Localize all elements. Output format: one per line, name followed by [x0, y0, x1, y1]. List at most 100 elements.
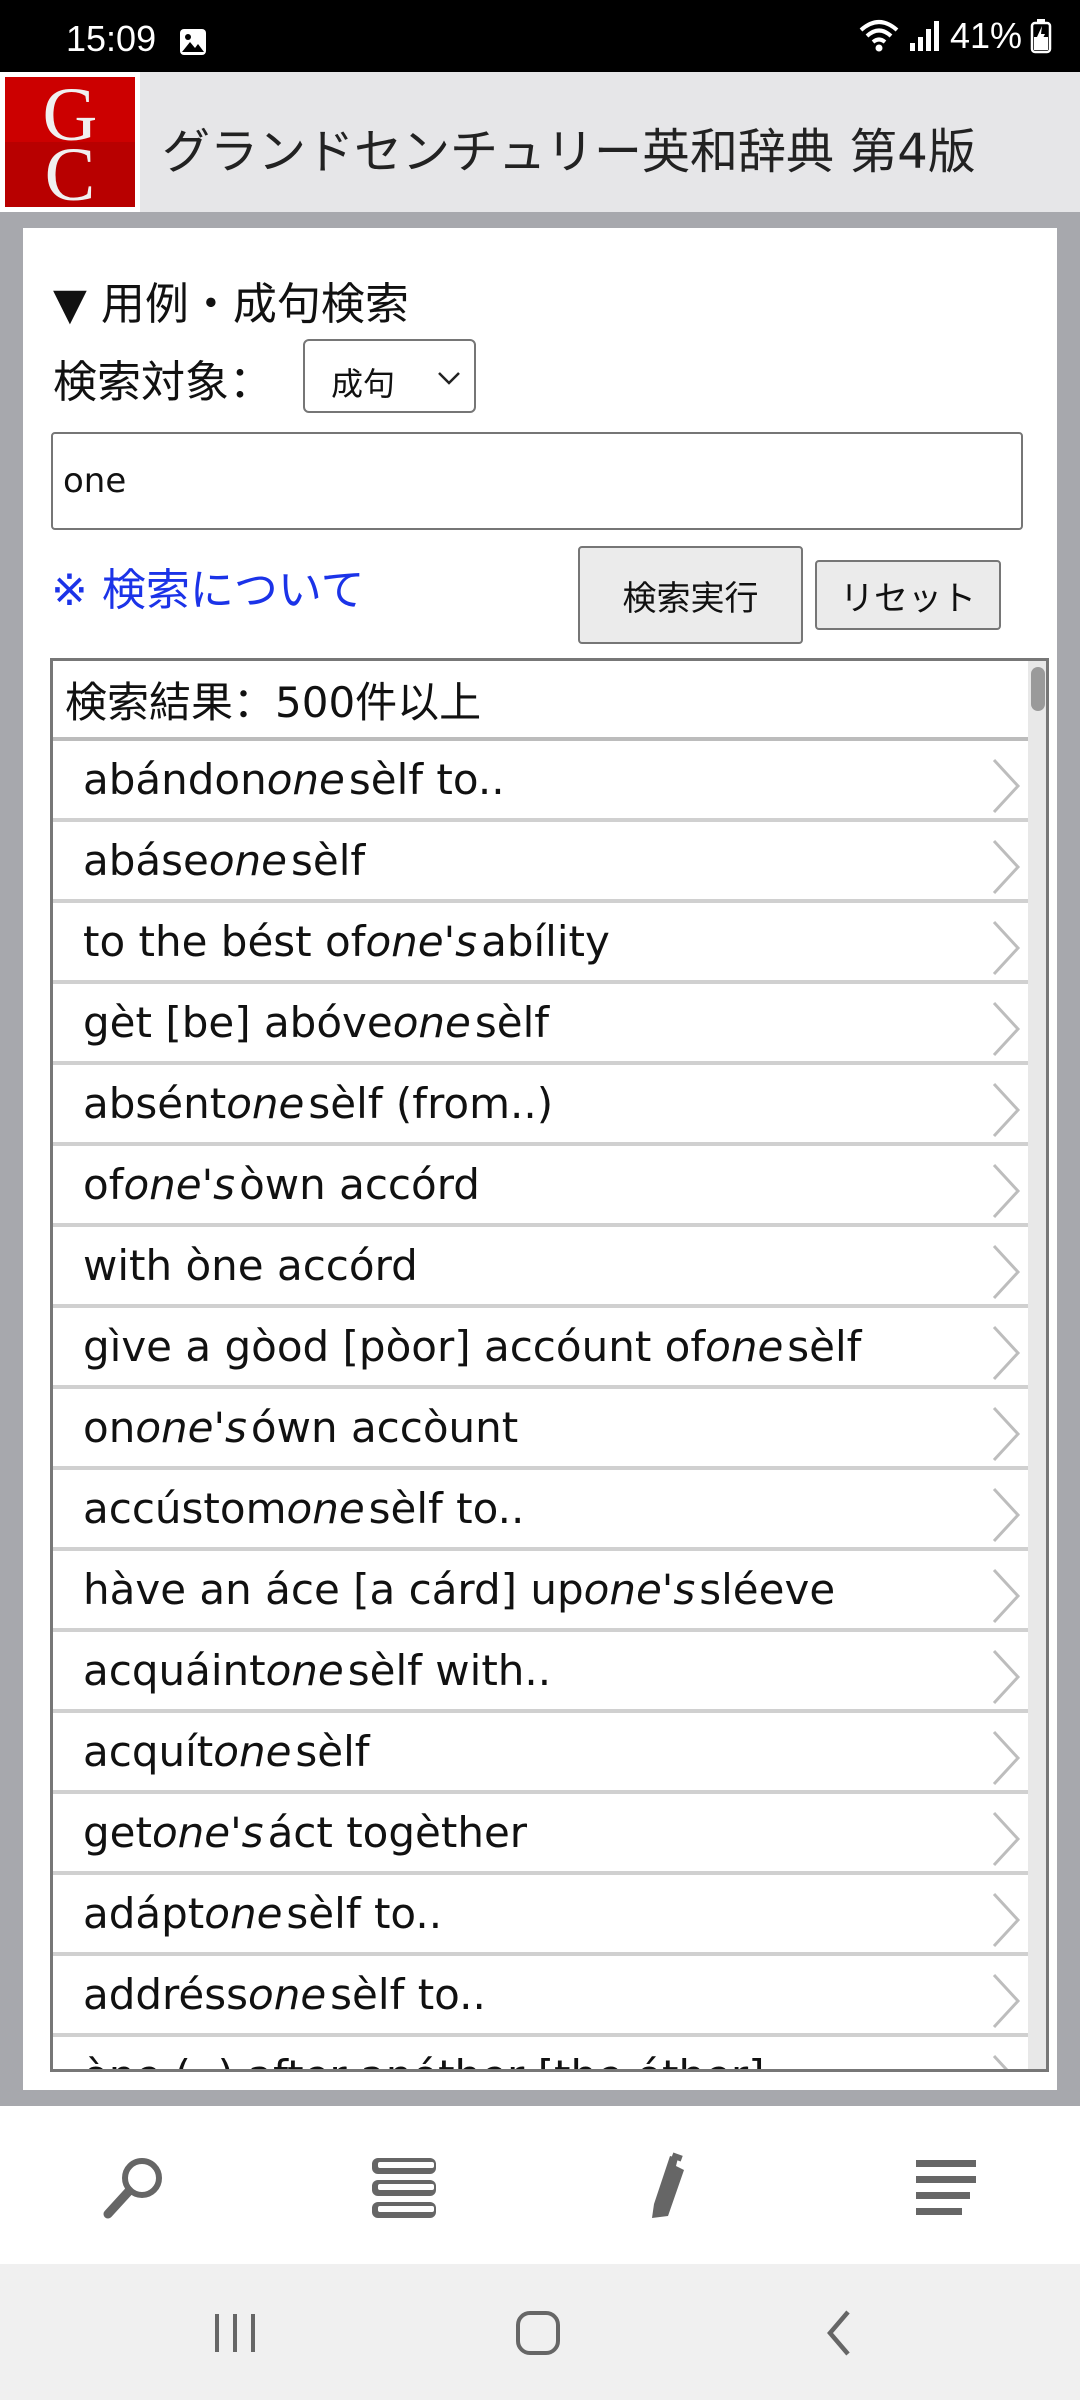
result-item-text: sléeve: [699, 1565, 836, 1614]
app-title: グランドセンチュリー英和辞典 第4版: [162, 124, 976, 180]
result-item-text: on: [83, 1403, 136, 1452]
result-item-text: áct togèther: [267, 1808, 528, 1857]
result-item[interactable]: acquít one sèlf: [53, 1713, 1028, 1794]
result-item-text: with òne accórd: [83, 1241, 418, 1290]
search-execute-button[interactable]: 検索実行: [578, 546, 803, 644]
search-panel: ▼ 用例・成句検索 検索対象： 成句 one ※ 検索について 検索実行 リセッ…: [23, 228, 1057, 2090]
search-target-value: 成句: [331, 365, 396, 403]
result-item-text: abílity: [481, 917, 610, 966]
result-item-text: òwn accórd: [239, 1160, 480, 1209]
battery-percent: 41%: [949, 15, 1022, 56]
result-item[interactable]: of one's òwn accórd: [53, 1146, 1028, 1227]
result-item[interactable]: get one's áct togèther: [53, 1794, 1028, 1875]
result-item[interactable]: gìve a gòod [pòor] accóunt of one sèlf: [53, 1308, 1028, 1389]
result-item-text: gìve a gòod [pòor] accóunt of: [83, 1322, 706, 1371]
result-item[interactable]: absént one sèlf (from..): [53, 1065, 1028, 1146]
photo-notification-icon: [180, 29, 206, 55]
chevron-right-icon: [992, 1001, 1021, 1057]
result-item-text: addréss: [83, 1970, 249, 2019]
bottom-nav: [0, 2106, 1080, 2264]
result-item-text: sèlf to..: [286, 1889, 443, 1938]
result-item[interactable]: hàve an áce [a cárd] up one's sléeve: [53, 1551, 1028, 1632]
chevron-right-icon: [992, 2054, 1009, 2069]
result-item[interactable]: on one's ówn accòunt: [53, 1389, 1028, 1470]
result-item-keyword: one's: [123, 1160, 236, 1209]
result-item-text: sèlf: [787, 1322, 862, 1371]
marker-icon[interactable]: [638, 2152, 710, 2224]
result-item[interactable]: òne (..) after anóther [the óther]: [53, 2037, 1028, 2069]
search-target-select[interactable]: 成句: [303, 339, 476, 413]
result-item-keyword: one: [392, 998, 471, 1047]
result-item-text: to the bést of: [83, 917, 366, 966]
result-item-text: òne (..) after anóther [the óther]: [83, 2051, 765, 2069]
chevron-right-icon: [992, 758, 1021, 814]
result-item[interactable]: gèt [be] abóve one sèlf: [53, 984, 1028, 1065]
result-item-text: sèlf: [474, 998, 550, 1047]
chevron-right-icon: [992, 920, 1021, 976]
reset-button[interactable]: リセット: [815, 560, 1001, 630]
result-item-text: sèlf with..: [347, 1646, 552, 1695]
result-item-keyword: one's: [583, 1565, 696, 1614]
result-item-keyword: one's: [135, 1403, 247, 1452]
search-target-label: 検索対象：: [53, 357, 273, 408]
result-item-text: of: [83, 1160, 124, 1209]
search-help-link[interactable]: ※ 検索について: [51, 554, 365, 618]
chevron-right-icon: [992, 1406, 1021, 1462]
result-item-text: gèt [be] abóve: [83, 998, 393, 1047]
results-scrollbar[interactable]: [1028, 661, 1046, 2069]
chevron-right-icon: [992, 1568, 1021, 1624]
search-input[interactable]: one: [51, 432, 1023, 530]
result-item-keyword: one: [286, 1484, 365, 1533]
result-item-text: sèlf: [295, 1727, 370, 1776]
result-item-text: sèlf: [291, 836, 366, 885]
result-item-text: abándon: [83, 755, 267, 804]
result-item-text: ówn accòunt: [250, 1403, 519, 1452]
result-item[interactable]: accústom one sèlf to..: [53, 1470, 1028, 1551]
wifi-icon: [859, 20, 899, 52]
results-list[interactable]: 検索結果：500件以上 abándon one sèlf to.. abáse on…: [50, 658, 1049, 2072]
result-item-keyword: one: [208, 836, 288, 885]
result-item-keyword: one: [226, 1079, 305, 1128]
result-item[interactable]: acquáint one sèlf with..: [53, 1632, 1028, 1713]
chevron-right-icon: [992, 1487, 1021, 1543]
system-nav-bar: [0, 2264, 1080, 2400]
status-bar: 15:09 41%: [0, 0, 1080, 72]
app-header: G C グランドセンチュリー英和辞典 第4版: [0, 72, 1080, 212]
result-item[interactable]: to the bést of one's abílity: [53, 903, 1028, 984]
result-item[interactable]: with òne accórd: [53, 1227, 1028, 1308]
chevron-right-icon: [992, 1811, 1021, 1867]
section-title[interactable]: ▼ 用例・成句検索: [53, 268, 409, 332]
books-icon[interactable]: [368, 2152, 440, 2224]
signal-icon: [909, 21, 939, 51]
chevron-right-icon: [992, 1892, 1021, 1948]
recent-apps-icon[interactable]: [205, 2306, 265, 2360]
chevron-right-icon: [992, 1730, 1021, 1786]
result-item[interactable]: abáse one sèlf: [53, 822, 1028, 903]
result-item-keyword: one: [705, 1322, 784, 1371]
chevron-right-icon: [992, 839, 1021, 895]
result-item-text: absént: [83, 1079, 227, 1128]
result-item[interactable]: adápt one sèlf to..: [53, 1875, 1028, 1956]
dictionary-logo: G C: [0, 72, 140, 212]
status-icons: 41%: [858, 14, 1052, 58]
result-item-text: hàve an áce [a cárd] up: [83, 1565, 584, 1614]
result-item-keyword: one: [204, 1889, 283, 1938]
result-item-text: sèlf to..: [348, 755, 505, 804]
result-item-text: sèlf (from..): [308, 1079, 554, 1128]
result-item[interactable]: abándon one sèlf to..: [53, 741, 1028, 822]
menu-icon[interactable]: [910, 2152, 982, 2224]
search-icon[interactable]: [98, 2152, 170, 2224]
result-item-text: acquít: [83, 1727, 214, 1776]
result-item-keyword: one: [266, 755, 345, 804]
result-item-text: accústom: [83, 1484, 287, 1533]
chevron-right-icon: [992, 1325, 1021, 1381]
scrollbar-thumb[interactable]: [1031, 667, 1045, 711]
result-item-text: abáse: [83, 836, 209, 885]
result-item[interactable]: addréss one sèlf to..: [53, 1956, 1028, 2037]
home-icon[interactable]: [508, 2306, 568, 2360]
svg-text:C: C: [45, 133, 96, 212]
result-item-text: acquáint: [83, 1646, 266, 1695]
back-icon[interactable]: [810, 2306, 870, 2360]
search-input-value: one: [63, 461, 127, 501]
chevron-right-icon: [992, 1163, 1021, 1219]
